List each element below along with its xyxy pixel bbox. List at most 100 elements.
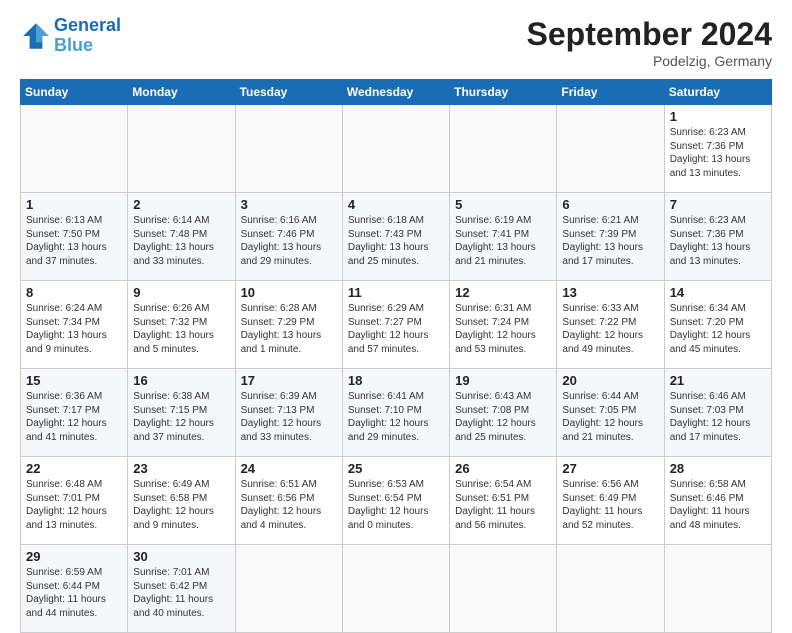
day-number: 1 [26,197,122,212]
calendar-cell: 9 Sunrise: 6:26 AMSunset: 7:32 PMDaylight… [128,281,235,369]
title-block: September 2024 Podelzig, Germany [527,16,772,69]
day-info: Sunrise: 6:54 AMSunset: 6:51 PMDaylight:… [455,478,551,532]
logo: General Blue [20,16,121,56]
day-number: 9 [133,285,229,300]
day-number: 19 [455,373,551,388]
day-info: Sunrise: 6:49 AMSunset: 6:58 PMDaylight:… [133,478,229,532]
weekday-header: Wednesday [342,80,449,105]
calendar-cell [557,105,664,193]
calendar-cell: 6Sunrise: 6:21 AMSunset: 7:39 PMDaylight… [557,193,664,281]
day-number: 6 [562,197,658,212]
calendar-cell: 10 Sunrise: 6:28 AMSunset: 7:29 PMDayligh… [235,281,342,369]
calendar-cell [450,105,557,193]
day-info: Sunrise: 6:48 AMSunset: 7:01 PMDaylight:… [26,478,122,532]
day-number: 5 [455,197,551,212]
header: General Blue September 2024 Podelzig, Ge… [20,16,772,69]
calendar-cell: 18Sunrise: 6:41 AMSunset: 7:10 PMDayligh… [342,369,449,457]
calendar-cell: 15Sunrise: 6:36 AMSunset: 7:17 PMDayligh… [21,369,128,457]
calendar-cell [235,105,342,193]
day-number: 7 [670,197,766,212]
calendar-cell: 14Sunrise: 6:34 AMSunset: 7:20 PMDayligh… [664,281,771,369]
day-info: Sunrise: 6:44 AMSunset: 7:05 PMDaylight:… [562,390,658,444]
day-info: Sunrise: 6:56 AMSunset: 6:49 PMDaylight:… [562,478,658,532]
calendar-cell: 2 Sunrise: 6:14 AMSunset: 7:48 PMDaylight… [128,193,235,281]
day-info: Sunrise: 6:23 AMSunset: 7:36 PMDaylight:… [670,214,766,268]
calendar-cell [450,545,557,633]
day-number: 25 [348,461,444,476]
day-info: Sunrise: 6:13 AMSunset: 7:50 PMDaylight:… [26,214,122,268]
calendar-cell: 23 Sunrise: 6:49 AMSunset: 6:58 PMDayligh… [128,457,235,545]
calendar-header-row: SundayMondayTuesdayWednesdayThursdayFrid… [21,80,772,105]
day-info: Sunrise: 6:31 AMSunset: 7:24 PMDaylight:… [455,302,551,356]
calendar-cell [21,105,128,193]
day-number: 22 [26,461,122,476]
day-info: Sunrise: 6:23 AMSunset: 7:36 PMDaylight:… [670,126,766,180]
calendar-cell: 26 Sunrise: 6:54 AMSunset: 6:51 PMDayligh… [450,457,557,545]
day-info: Sunrise: 6:26 AMSunset: 7:32 PMDaylight:… [133,302,229,356]
day-number: 20 [562,373,658,388]
calendar-cell: 24 Sunrise: 6:51 AMSunset: 6:56 PMDayligh… [235,457,342,545]
day-info: Sunrise: 6:28 AMSunset: 7:29 PMDaylight:… [241,302,337,356]
calendar-cell [664,545,771,633]
day-number: 23 [133,461,229,476]
calendar-cell: 28 Sunrise: 6:58 AMSunset: 6:46 PMDayligh… [664,457,771,545]
weekday-header: Saturday [664,80,771,105]
day-number: 29 [26,549,122,564]
day-info: Sunrise: 6:51 AMSunset: 6:56 PMDaylight:… [241,478,337,532]
calendar-table: SundayMondayTuesdayWednesdayThursdayFrid… [20,79,772,633]
day-info: Sunrise: 6:38 AMSunset: 7:15 PMDaylight:… [133,390,229,444]
day-number: 3 [241,197,337,212]
calendar-cell: 7 Sunrise: 6:23 AMSunset: 7:36 PMDaylight… [664,193,771,281]
day-number: 8 [26,285,122,300]
calendar-cell [342,105,449,193]
calendar-cell: 30Sunrise: 7:01 AMSunset: 6:42 PMDayligh… [128,545,235,633]
calendar-cell: 29Sunrise: 6:59 AMSunset: 6:44 PMDayligh… [21,545,128,633]
day-number: 10 [241,285,337,300]
day-info: Sunrise: 6:34 AMSunset: 7:20 PMDaylight:… [670,302,766,356]
calendar-cell: 3 Sunrise: 6:16 AMSunset: 7:46 PMDaylight… [235,193,342,281]
calendar-cell: 16 Sunrise: 6:38 AMSunset: 7:15 PMDayligh… [128,369,235,457]
calendar-cell: 5 Sunrise: 6:19 AMSunset: 7:41 PMDaylight… [450,193,557,281]
calendar-cell [557,545,664,633]
weekday-header: Friday [557,80,664,105]
calendar-cell: 13 Sunrise: 6:33 AMSunset: 7:22 PMDayligh… [557,281,664,369]
day-number: 24 [241,461,337,476]
day-info: Sunrise: 6:33 AMSunset: 7:22 PMDaylight:… [562,302,658,356]
calendar-cell: 11 Sunrise: 6:29 AMSunset: 7:27 PMDayligh… [342,281,449,369]
day-number: 30 [133,549,229,564]
day-number: 12 [455,285,551,300]
day-info: Sunrise: 6:36 AMSunset: 7:17 PMDaylight:… [26,390,122,444]
calendar-cell: 25Sunrise: 6:53 AMSunset: 6:54 PMDayligh… [342,457,449,545]
day-info: Sunrise: 6:58 AMSunset: 6:46 PMDaylight:… [670,478,766,532]
logo-icon [20,20,52,52]
month-title: September 2024 [527,16,772,53]
day-number: 21 [670,373,766,388]
day-number: 26 [455,461,551,476]
day-info: Sunrise: 6:19 AMSunset: 7:41 PMDaylight:… [455,214,551,268]
calendar-body: 1 Sunrise: 6:23 AMSunset: 7:36 PMDaylight… [21,105,772,633]
weekday-header: Monday [128,80,235,105]
day-info: Sunrise: 6:24 AMSunset: 7:34 PMDaylight:… [26,302,122,356]
calendar-cell: 1 Sunrise: 6:13 AMSunset: 7:50 PMDaylight… [21,193,128,281]
logo-text: General Blue [54,16,121,56]
calendar-cell: 12 Sunrise: 6:31 AMSunset: 7:24 PMDayligh… [450,281,557,369]
location: Podelzig, Germany [527,53,772,69]
calendar-cell [235,545,342,633]
day-number: 18 [348,373,444,388]
day-number: 11 [348,285,444,300]
day-info: Sunrise: 6:18 AMSunset: 7:43 PMDaylight:… [348,214,444,268]
calendar-cell: 20 Sunrise: 6:44 AMSunset: 7:05 PMDayligh… [557,369,664,457]
day-number: 2 [133,197,229,212]
day-info: Sunrise: 6:16 AMSunset: 7:46 PMDaylight:… [241,214,337,268]
day-number: 4 [348,197,444,212]
day-number: 16 [133,373,229,388]
calendar-cell [128,105,235,193]
day-number: 17 [241,373,337,388]
day-number: 13 [562,285,658,300]
weekday-header: Thursday [450,80,557,105]
day-info: Sunrise: 6:29 AMSunset: 7:27 PMDaylight:… [348,302,444,356]
day-number: 28 [670,461,766,476]
day-number: 1 [670,109,766,124]
day-info: Sunrise: 6:14 AMSunset: 7:48 PMDaylight:… [133,214,229,268]
calendar-cell: 22 Sunrise: 6:48 AMSunset: 7:01 PMDayligh… [21,457,128,545]
